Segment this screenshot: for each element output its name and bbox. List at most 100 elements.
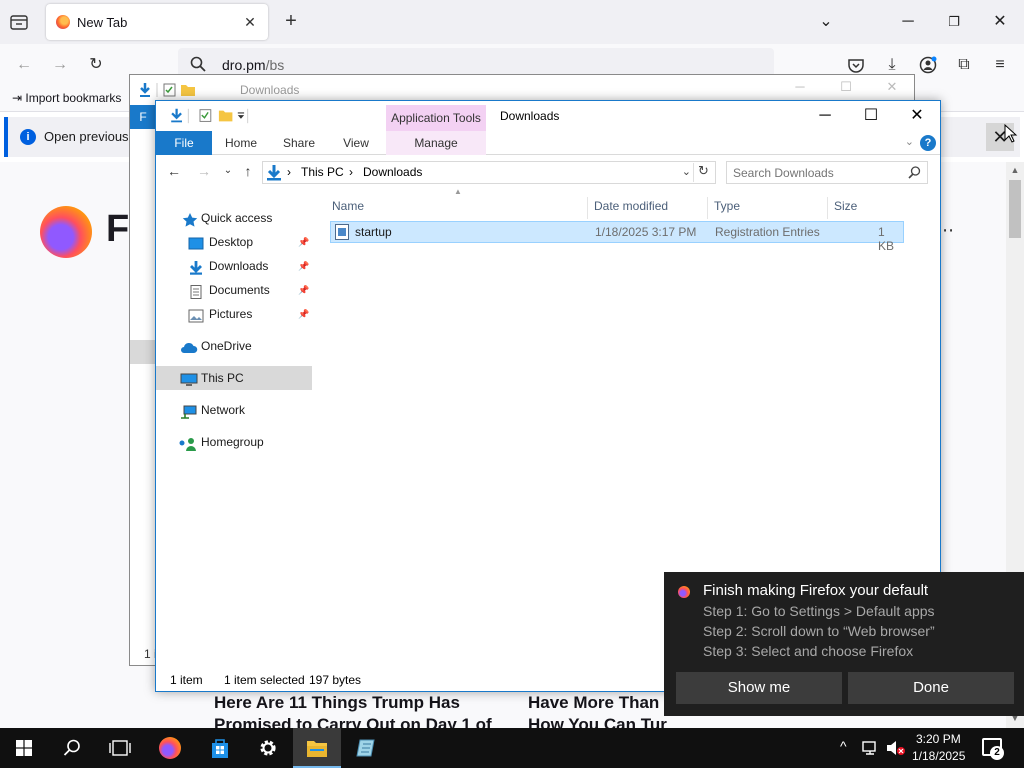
file-row-startup[interactable]: startup 1/18/2025 3:17 PM Registration E…: [330, 221, 904, 253]
import-icon: ⇥: [12, 91, 26, 105]
story-line: How You Can Turn That to $10K: [528, 715, 668, 728]
tab-home[interactable]: Home: [216, 131, 266, 155]
tab-list-chevron-icon[interactable]: ⌄: [812, 8, 840, 36]
column-divider[interactable]: [587, 197, 588, 219]
column-divider[interactable]: [707, 197, 708, 219]
volume-muted-icon[interactable]: [886, 740, 906, 756]
breadcrumb-downloads[interactable]: Downloads: [363, 165, 422, 179]
nav-item-desktop[interactable]: Desktop 📌: [156, 230, 312, 254]
show-me-button[interactable]: Show me: [676, 672, 842, 704]
taskbar-firefox[interactable]: [146, 728, 194, 768]
network-icon[interactable]: [862, 740, 880, 756]
minimize-browser-button[interactable]: ─: [894, 8, 922, 36]
nav-item-documents[interactable]: Documents 📌: [156, 278, 312, 302]
story-line: Promised to Carry Out on Day 1 of: [214, 715, 492, 728]
application-tools-context-header: Application Tools: [386, 105, 486, 131]
scroll-up-icon[interactable]: ▲: [1009, 165, 1021, 177]
scrollbar-thumb[interactable]: [1009, 180, 1021, 238]
tab-view[interactable]: View: [332, 131, 380, 155]
nav-item-quick-access[interactable]: Quick access: [156, 206, 312, 230]
back-maximize-button[interactable]: ☐: [832, 79, 860, 99]
close-tab-icon[interactable]: ✕: [240, 12, 260, 32]
extensions-icon[interactable]: ⧉: [952, 53, 976, 77]
notification-step: Step 3: Select and choose Firefox: [703, 643, 914, 659]
pin-icon: 📌: [298, 285, 310, 295]
tab-manage[interactable]: Manage: [386, 131, 486, 155]
breadcrumb-this-pc[interactable]: This PC: [301, 165, 344, 179]
notification-title: Finish making Firefox your default: [703, 582, 929, 599]
tab-new-tab[interactable]: New Tab ✕: [46, 4, 268, 40]
start-button[interactable]: [0, 728, 48, 768]
story-card[interactable]: Have More Than $ How You Can Turn That to…: [528, 692, 668, 728]
tab-share[interactable]: Share: [274, 131, 324, 155]
file-type: Registration Entries: [715, 225, 820, 239]
new-tab-button[interactable]: +: [280, 10, 302, 32]
column-divider[interactable]: [827, 197, 828, 219]
task-view-button[interactable]: [96, 728, 144, 768]
status-item-count: 1 item: [170, 673, 203, 687]
expand-ribbon-chevron-icon[interactable]: ⌄: [905, 135, 914, 148]
up-arrow-icon[interactable]: ↑: [238, 163, 258, 181]
close-browser-button[interactable]: ✕: [986, 8, 1014, 36]
reload-icon[interactable]: ↻: [84, 53, 108, 77]
url-text: dro.pm/bs: [222, 57, 284, 73]
column-header-type[interactable]: Type: [714, 195, 740, 217]
help-icon[interactable]: ?: [920, 135, 936, 151]
back-arrow-icon[interactable]: ←: [12, 53, 36, 77]
tab-title: New Tab: [77, 15, 128, 30]
breadcrumb-separator-icon[interactable]: ›: [349, 165, 353, 179]
address-history-chevron-icon[interactable]: ⌄: [682, 165, 691, 178]
close-button[interactable]: ✕: [894, 103, 940, 129]
minimize-button[interactable]: ─: [802, 103, 848, 129]
firefox-logo-icon: [40, 206, 92, 258]
list-all-tabs-icon[interactable]: [8, 12, 30, 32]
taskbar-settings[interactable]: [244, 728, 292, 768]
search-box[interactable]: [726, 161, 928, 184]
column-header-date-modified[interactable]: Date modified: [594, 195, 668, 217]
back-close-button[interactable]: ✕: [878, 79, 906, 99]
explorer-titlebar[interactable]: Application Tools Downloads ─ ☐ ✕: [156, 101, 940, 131]
recent-locations-chevron-icon[interactable]: ⌄: [218, 165, 238, 183]
account-icon[interactable]: [916, 53, 940, 77]
forward-arrow-icon[interactable]: →: [194, 163, 214, 181]
pin-icon: 📌: [298, 237, 310, 247]
store-icon: [212, 739, 228, 758]
done-button[interactable]: Done: [848, 672, 1014, 704]
maximize-button[interactable]: ☐: [848, 103, 894, 129]
import-bookmarks-link[interactable]: ⇥ Import bookmarks: [12, 91, 121, 105]
clock-time[interactable]: 3:20 PM: [916, 732, 961, 746]
nav-label: OneDrive: [201, 339, 252, 353]
story-card[interactable]: Here Are 11 Things Trump Has Promised to …: [214, 692, 514, 728]
column-header-size[interactable]: Size: [834, 195, 857, 217]
search-input[interactable]: [733, 165, 903, 180]
clock-date[interactable]: 1/18/2025: [912, 749, 965, 763]
default-browser-notification: Finish making Firefox your default Step …: [664, 572, 1024, 716]
restore-browser-button[interactable]: ❐: [940, 8, 968, 36]
ribbon-tabs: File Home Share View Manage ⌄ ?: [156, 131, 940, 155]
back-minimize-button[interactable]: ─: [786, 79, 814, 99]
nav-item-network[interactable]: Network: [156, 398, 312, 422]
address-breadcrumb-bar[interactable]: › This PC › Downloads ⌄ ↻: [262, 161, 716, 184]
back-arrow-icon[interactable]: ←: [164, 163, 184, 181]
nav-item-downloads[interactable]: Downloads 📌: [156, 254, 312, 278]
refresh-icon[interactable]: ↻: [693, 163, 713, 182]
quick-access-toolbar-icon[interactable]: [164, 107, 254, 125]
forward-arrow-icon[interactable]: →: [48, 53, 72, 77]
search-taskbar-button[interactable]: [48, 728, 96, 768]
nav-label: Quick access: [201, 211, 273, 225]
show-hidden-icons-chevron-icon[interactable]: ^: [840, 738, 847, 754]
nav-item-pictures[interactable]: Pictures 📌: [156, 302, 312, 326]
tab-file[interactable]: File: [156, 131, 212, 155]
address-row: ← → ⌄ ↑ › This PC › Downloads ⌄ ↻: [156, 157, 940, 187]
taskbar-registry-editor[interactable]: [343, 728, 391, 768]
breadcrumb-separator-icon[interactable]: ›: [287, 165, 291, 179]
menu-icon[interactable]: ≡: [988, 53, 1012, 77]
back-window-titlebar: Downloads ─ ☐ ✕: [130, 75, 914, 103]
taskbar-store[interactable]: [196, 728, 244, 768]
back-file-tab[interactable]: F: [130, 105, 156, 129]
nav-item-this-pc[interactable]: This PC: [156, 366, 312, 390]
nav-item-onedrive[interactable]: OneDrive: [156, 334, 312, 358]
column-header-name[interactable]: Name: [332, 195, 364, 217]
taskbar-file-explorer[interactable]: [293, 728, 341, 768]
nav-item-homegroup[interactable]: Homegroup: [156, 430, 312, 454]
